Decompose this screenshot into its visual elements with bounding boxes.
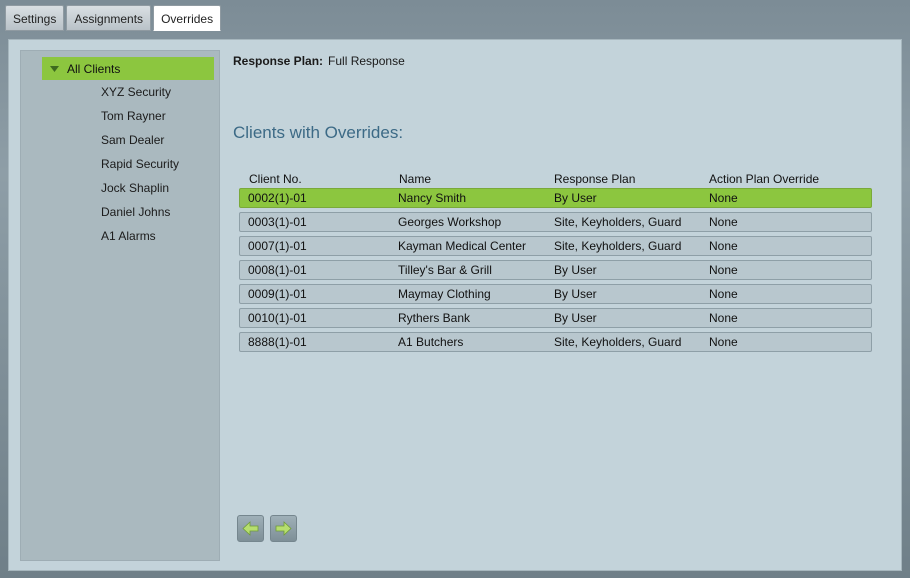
cell-response-plan: Site, Keyholders, Guard — [554, 335, 682, 349]
cell-action-plan-override: None — [709, 287, 738, 301]
cell-name: Nancy Smith — [398, 191, 467, 205]
previous-button[interactable] — [237, 515, 264, 542]
cell-client-no: 8888(1)-01 — [248, 335, 307, 349]
arrow-left-icon — [242, 521, 259, 536]
response-plan-value: Full Response — [328, 54, 405, 68]
cell-response-plan: Site, Keyholders, Guard — [554, 215, 682, 229]
cell-action-plan-override: None — [709, 263, 738, 277]
tab-assignments[interactable]: Assignments — [66, 5, 152, 31]
cell-response-plan: By User — [554, 287, 597, 301]
client-list: XYZ Security Tom Rayner Sam Dealer Rapid… — [101, 84, 179, 252]
table-row[interactable]: 0007(1)-01 Kayman Medical Center Site, K… — [239, 236, 872, 256]
column-header-client-no: Client No. — [249, 172, 302, 186]
cell-client-no: 0009(1)-01 — [248, 287, 307, 301]
next-button[interactable] — [270, 515, 297, 542]
table-row[interactable]: 0003(1)-01 Georges Workshop Site, Keyhol… — [239, 212, 872, 232]
tree-root-all-clients[interactable]: All Clients — [42, 57, 214, 80]
cell-name: A1 Butchers — [398, 335, 464, 349]
cell-client-no: 0007(1)-01 — [248, 239, 307, 253]
cell-action-plan-override: None — [709, 215, 738, 229]
cell-name: Rythers Bank — [398, 311, 471, 325]
table-row[interactable]: 0009(1)-01 Maymay Clothing By User None — [239, 284, 872, 304]
tree-item-client[interactable]: Tom Rayner — [101, 108, 179, 132]
tree-item-client[interactable]: Jock Shaplin — [101, 180, 179, 204]
triangle-down-icon[interactable] — [50, 64, 64, 74]
table-row[interactable]: 0010(1)-01 Rythers Bank By User None — [239, 308, 872, 328]
tree-item-client[interactable]: Sam Dealer — [101, 132, 179, 156]
cell-name: Kayman Medical Center — [398, 239, 527, 253]
tab-bar: Settings Assignments Overrides — [5, 5, 222, 31]
cell-action-plan-override: None — [709, 335, 738, 349]
column-header-action-plan-override: Action Plan Override — [709, 172, 820, 186]
response-plan-label: Response Plan: — [233, 54, 324, 68]
arrow-right-icon — [275, 521, 292, 536]
cell-client-no: 0003(1)-01 — [248, 215, 307, 229]
cell-client-no: 0008(1)-01 — [248, 263, 307, 277]
cell-response-plan: By User — [554, 311, 597, 325]
cell-response-plan: By User — [554, 191, 597, 205]
table-row[interactable]: 0008(1)-01 Tilley's Bar & Grill By User … — [239, 260, 872, 280]
cell-response-plan: By User — [554, 263, 597, 277]
tab-overrides[interactable]: Overrides — [153, 5, 222, 31]
tree-item-client[interactable]: Rapid Security — [101, 156, 179, 180]
tab-settings[interactable]: Settings — [5, 5, 65, 31]
table-row[interactable]: 0002(1)-01 Nancy Smith By User None — [239, 188, 872, 208]
cell-name: Maymay Clothing — [398, 287, 491, 301]
cell-name: Tilley's Bar & Grill — [398, 263, 492, 277]
tree-item-client[interactable]: Daniel Johns — [101, 204, 179, 228]
cell-name: Georges Workshop — [398, 215, 502, 229]
cell-action-plan-override: None — [709, 311, 738, 325]
overrides-table-body: 0002(1)-01 Nancy Smith By User None 0003… — [239, 188, 872, 356]
cell-client-no: 0010(1)-01 — [248, 311, 307, 325]
column-header-response-plan: Response Plan — [554, 172, 636, 186]
client-tree: All Clients XYZ Security Tom Rayner Sam … — [20, 50, 220, 561]
column-header-name: Name — [399, 172, 432, 186]
cell-action-plan-override: None — [709, 239, 738, 253]
tree-item-client[interactable]: A1 Alarms — [101, 228, 179, 252]
overrides-table-header: Client No. Name Response Plan Action Pla… — [240, 171, 872, 187]
tree-root-label: All Clients — [67, 61, 121, 76]
overrides-heading: Clients with Overrides: — [233, 123, 404, 142]
cell-client-no: 0002(1)-01 — [248, 191, 307, 205]
table-row[interactable]: 8888(1)-01 A1 Butchers Site, Keyholders,… — [239, 332, 872, 352]
overrides-panel: All Clients XYZ Security Tom Rayner Sam … — [8, 39, 902, 571]
response-plan-summary: Response Plan: Full Response — [233, 54, 405, 68]
tree-item-client[interactable]: XYZ Security — [101, 84, 179, 108]
cell-action-plan-override: None — [709, 191, 738, 205]
cell-response-plan: Site, Keyholders, Guard — [554, 239, 682, 253]
